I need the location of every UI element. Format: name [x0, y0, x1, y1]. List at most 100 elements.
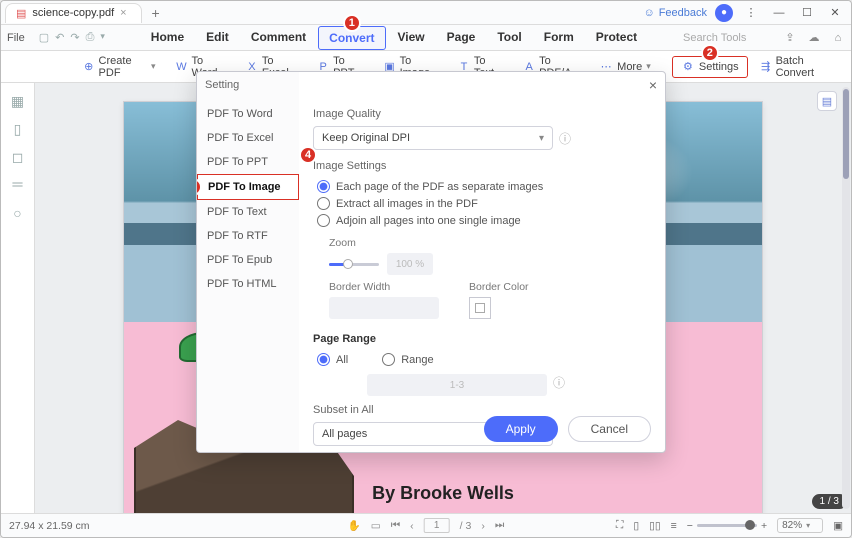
menu-bar: File ▢ ↶ ↷ ⎙ ▾ Home Edit Comment Convert…	[1, 25, 851, 51]
document-tab[interactable]: ▤ science-copy.pdf ×	[5, 3, 142, 23]
tab-page[interactable]: Page	[437, 26, 486, 50]
page-thumbnail-icon[interactable]: ▤	[817, 91, 837, 111]
zoom-percent-dropdown[interactable]: 82% ▾	[777, 518, 823, 533]
first-page-icon[interactable]: ⏮	[391, 519, 400, 532]
tab-convert[interactable]: Convert 1	[318, 26, 385, 50]
callout-4: 4	[299, 146, 317, 164]
batch-convert-button[interactable]: ⇶ Batch Convert	[752, 52, 843, 82]
last-page-icon[interactable]: ⏭	[495, 519, 504, 532]
undo-icon[interactable]: ↶	[55, 31, 64, 44]
side-pdf-to-epub[interactable]: PDF To Epub	[197, 248, 299, 272]
print-icon[interactable]: ⎙	[86, 31, 95, 44]
zoom-value-box[interactable]: 100 %	[387, 253, 433, 275]
single-page-icon[interactable]: ▯	[633, 520, 639, 532]
kebab-icon[interactable]: ⋮	[741, 4, 761, 22]
side-pdf-to-image[interactable]: 3 PDF To Image	[197, 174, 299, 200]
side-pdf-to-text[interactable]: PDF To Text	[197, 200, 299, 224]
page-range-all[interactable]: All	[313, 351, 348, 368]
page-range-range[interactable]: Range	[378, 351, 433, 368]
radio-extract[interactable]	[317, 197, 330, 210]
info-icon[interactable]: ⓘ	[553, 374, 565, 391]
feedback-link[interactable]: ☺ Feedback	[643, 7, 707, 19]
callout-1: 1	[343, 14, 361, 32]
tab-tool[interactable]: Tool	[487, 26, 531, 50]
status-bar: 27.94 x 21.59 cm ✋ ▭ ⏮ ‹ 1 / 3 › ⏭ ⛶ ▯ ▯…	[1, 513, 851, 537]
tab-edit[interactable]: Edit	[196, 26, 239, 50]
apply-button[interactable]: Apply	[484, 416, 558, 442]
fullscreen-icon[interactable]: ▣	[833, 520, 843, 532]
home-icon[interactable]: ⌂	[831, 31, 845, 45]
radio-adjoin[interactable]	[317, 214, 330, 227]
chevron-down-icon: ▾	[806, 521, 810, 530]
select-tool-icon[interactable]: ▭	[371, 520, 381, 532]
two-page-icon[interactable]: ▯▯	[649, 520, 661, 532]
zoom-out-icon[interactable]: −	[687, 520, 693, 532]
zoom-in-icon[interactable]: +	[761, 520, 767, 532]
tab-comment[interactable]: Comment	[241, 26, 316, 50]
side-pdf-to-ppt[interactable]: PDF To PPT	[197, 150, 299, 174]
cancel-button[interactable]: Cancel	[568, 416, 651, 442]
radio-range[interactable]	[382, 353, 395, 366]
radio-each-page[interactable]	[317, 180, 330, 193]
dropdown-chevron-icon[interactable]: ▾	[100, 31, 105, 44]
vertical-scrollbar[interactable]	[842, 87, 850, 509]
new-tab-button[interactable]: +	[146, 5, 166, 21]
create-pdf-button[interactable]: ⊕ Create PDF ▾	[75, 52, 164, 82]
attachment-icon[interactable]: ＝	[10, 177, 26, 193]
scrollbar-thumb[interactable]	[843, 89, 849, 179]
hand-tool-icon[interactable]: ✋	[348, 519, 361, 532]
dialog-main: Image Quality Keep Original DPI ▾ ⓘ 4 Im…	[299, 72, 665, 452]
fit-width-icon[interactable]: ⛶	[616, 519, 623, 532]
search-icon[interactable]: ○	[10, 205, 26, 221]
radio-all[interactable]	[317, 353, 330, 366]
side-pdf-to-rtf[interactable]: PDF To RTF	[197, 224, 299, 248]
border-color-picker[interactable]	[469, 297, 491, 319]
close-tab-icon[interactable]: ×	[120, 7, 126, 19]
thumbnails-icon[interactable]: ▦	[10, 93, 26, 109]
page-number-input[interactable]: 1	[424, 518, 450, 533]
tab-home[interactable]: Home	[141, 26, 194, 50]
border-width-input[interactable]	[329, 297, 439, 319]
image-settings-label: Image Settings	[313, 160, 651, 172]
comment-icon[interactable]: ◻	[10, 149, 26, 165]
minimize-button[interactable]: —	[769, 4, 789, 22]
tab-title: science-copy.pdf	[32, 7, 114, 19]
zoom-slider-control[interactable]	[329, 263, 379, 266]
redo-icon[interactable]: ↷	[70, 31, 79, 44]
user-avatar[interactable]: ●	[715, 4, 733, 22]
callout-3: 3	[196, 178, 202, 196]
close-window-button[interactable]: ✕	[825, 4, 845, 22]
author-line: By Brooke Wells	[372, 483, 514, 504]
batch-icon: ⇶	[760, 60, 772, 74]
prev-page-icon[interactable]: ‹	[410, 520, 414, 532]
side-pdf-to-excel[interactable]: PDF To Excel	[197, 126, 299, 150]
info-icon[interactable]: ⓘ	[559, 130, 571, 147]
page-dimensions: 27.94 x 21.59 cm	[9, 520, 90, 532]
next-page-icon[interactable]: ›	[481, 520, 485, 532]
side-pdf-to-html[interactable]: PDF To HTML	[197, 272, 299, 296]
side-pdf-to-word[interactable]: PDF To Word	[197, 102, 299, 126]
tab-form[interactable]: Form	[534, 26, 584, 50]
tab-view[interactable]: View	[388, 26, 435, 50]
maximize-button[interactable]: ☐	[797, 4, 817, 22]
zoom-slider-knob[interactable]	[343, 259, 353, 269]
bookmark-icon[interactable]: ▯	[10, 121, 26, 137]
zoom-slider[interactable]: − +	[687, 520, 767, 532]
page-range-input[interactable]: 1-3	[367, 374, 547, 396]
main-tabs: Home Edit Comment Convert 1 View Page To…	[141, 26, 647, 50]
settings-button[interactable]: 2 ⚙ Settings	[672, 56, 748, 78]
color-swatch-inner	[475, 303, 485, 313]
opt-adjoin[interactable]: Adjoin all pages into one single image	[313, 212, 651, 229]
search-tools-input[interactable]: Search Tools	[683, 32, 773, 44]
share-icon[interactable]: ⇪	[783, 31, 797, 45]
cloud-icon[interactable]: ☁	[807, 31, 821, 45]
file-menu[interactable]: File	[7, 32, 25, 44]
tab-protect[interactable]: Protect	[586, 26, 647, 50]
opt-extract[interactable]: Extract all images in the PDF	[313, 195, 651, 212]
opt-each-page[interactable]: Each page of the PDF as separate images	[313, 178, 651, 195]
image-quality-select[interactable]: Keep Original DPI ▾	[313, 126, 553, 150]
word-icon: W	[176, 60, 188, 74]
continuous-icon[interactable]: ≡	[671, 520, 677, 532]
save-icon[interactable]: ▢	[39, 31, 49, 44]
border-color-label: Border Color	[469, 281, 529, 293]
